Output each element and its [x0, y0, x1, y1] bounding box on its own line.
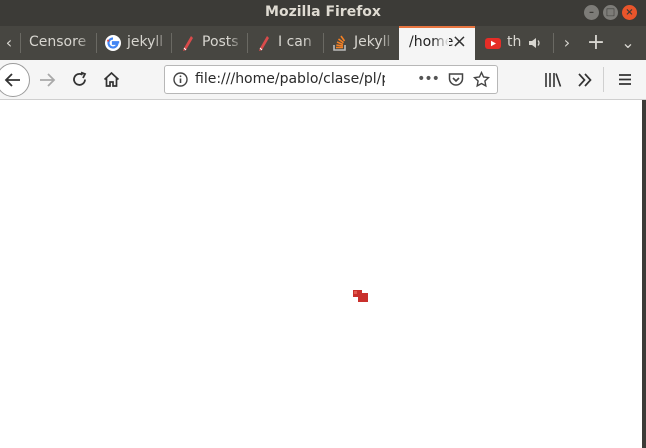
url-bar[interactable]: file:///home/pablo/clase/pl/p •••: [164, 65, 498, 94]
window-edge: [642, 100, 646, 448]
forward-arrow-icon: [40, 73, 56, 87]
close-tab-icon[interactable]: ×: [452, 31, 467, 52]
pocket-button[interactable]: [445, 66, 467, 93]
double-chevron-right-icon: [578, 73, 592, 87]
library-button[interactable]: [540, 60, 566, 99]
tab-scroll-left-button[interactable]: ‹: [0, 26, 18, 60]
home-icon: [103, 71, 120, 87]
page-content: [0, 100, 642, 448]
list-all-tabs-button[interactable]: ⌄: [614, 26, 642, 60]
tab-label: th: [507, 34, 522, 50]
window-title: Mozilla Firefox: [265, 4, 381, 20]
chevron-down-icon: ⌄: [621, 33, 635, 52]
youtube-icon: [485, 38, 501, 49]
back-arrow-icon: [4, 73, 20, 87]
tab-7[interactable]: th: [476, 26, 550, 60]
close-icon: ×: [625, 7, 634, 18]
navigation-toolbar: file:///home/pablo/clase/pl/p •••: [0, 60, 646, 100]
tab-6-active[interactable]: /home ×: [399, 26, 475, 60]
stackoverflow-icon: [333, 35, 346, 51]
tab-bar: ‹ Censore jekyll Posts I can Jekyll /hom…: [0, 26, 646, 60]
overflow-menu-button[interactable]: [572, 60, 598, 99]
window-titlebar: Mozilla Firefox – □ ×: [0, 0, 646, 26]
more-icon: •••: [417, 71, 440, 87]
tab-5[interactable]: Jekyll: [324, 26, 396, 60]
speaker-icon[interactable]: [528, 37, 542, 49]
tab-separator: [553, 33, 554, 53]
close-window-button[interactable]: ×: [622, 5, 637, 20]
minimize-button[interactable]: –: [584, 5, 599, 20]
home-button[interactable]: [99, 60, 123, 99]
tab-1[interactable]: Censore: [21, 26, 93, 60]
info-icon[interactable]: [173, 72, 188, 87]
tab-4[interactable]: I can: [248, 26, 320, 60]
minimize-icon: –: [589, 7, 594, 18]
bookmark-star-button[interactable]: [471, 66, 493, 93]
google-g-icon: [105, 35, 121, 51]
tab-3[interactable]: Posts: [172, 26, 244, 60]
url-text[interactable]: file:///home/pablo/clase/pl/p: [195, 71, 385, 87]
maximize-icon: □: [605, 7, 616, 18]
pen-icon: [259, 36, 269, 51]
forward-button[interactable]: [35, 60, 59, 99]
pocket-icon: [448, 73, 464, 86]
toolbar-divider: [603, 67, 604, 92]
broken-image-icon: [353, 290, 368, 302]
plus-icon: +: [586, 30, 606, 55]
reload-button[interactable]: [67, 60, 91, 99]
maximize-button[interactable]: □: [603, 5, 618, 20]
chevron-left-icon: ‹: [5, 33, 13, 52]
pen-icon: [183, 36, 193, 51]
hamburger-menu-icon: [619, 74, 631, 85]
chevron-right-icon: ›: [563, 33, 571, 52]
open-menu-button[interactable]: [612, 60, 638, 99]
tab-2[interactable]: jekyll: [97, 26, 169, 60]
tab-scroll-right-button[interactable]: ›: [556, 26, 578, 60]
new-tab-button[interactable]: +: [582, 26, 610, 60]
reload-icon: [73, 71, 87, 86]
page-actions-button[interactable]: •••: [415, 66, 441, 93]
star-icon: [473, 71, 490, 88]
back-button[interactable]: [0, 63, 30, 97]
library-icon: [545, 73, 562, 87]
